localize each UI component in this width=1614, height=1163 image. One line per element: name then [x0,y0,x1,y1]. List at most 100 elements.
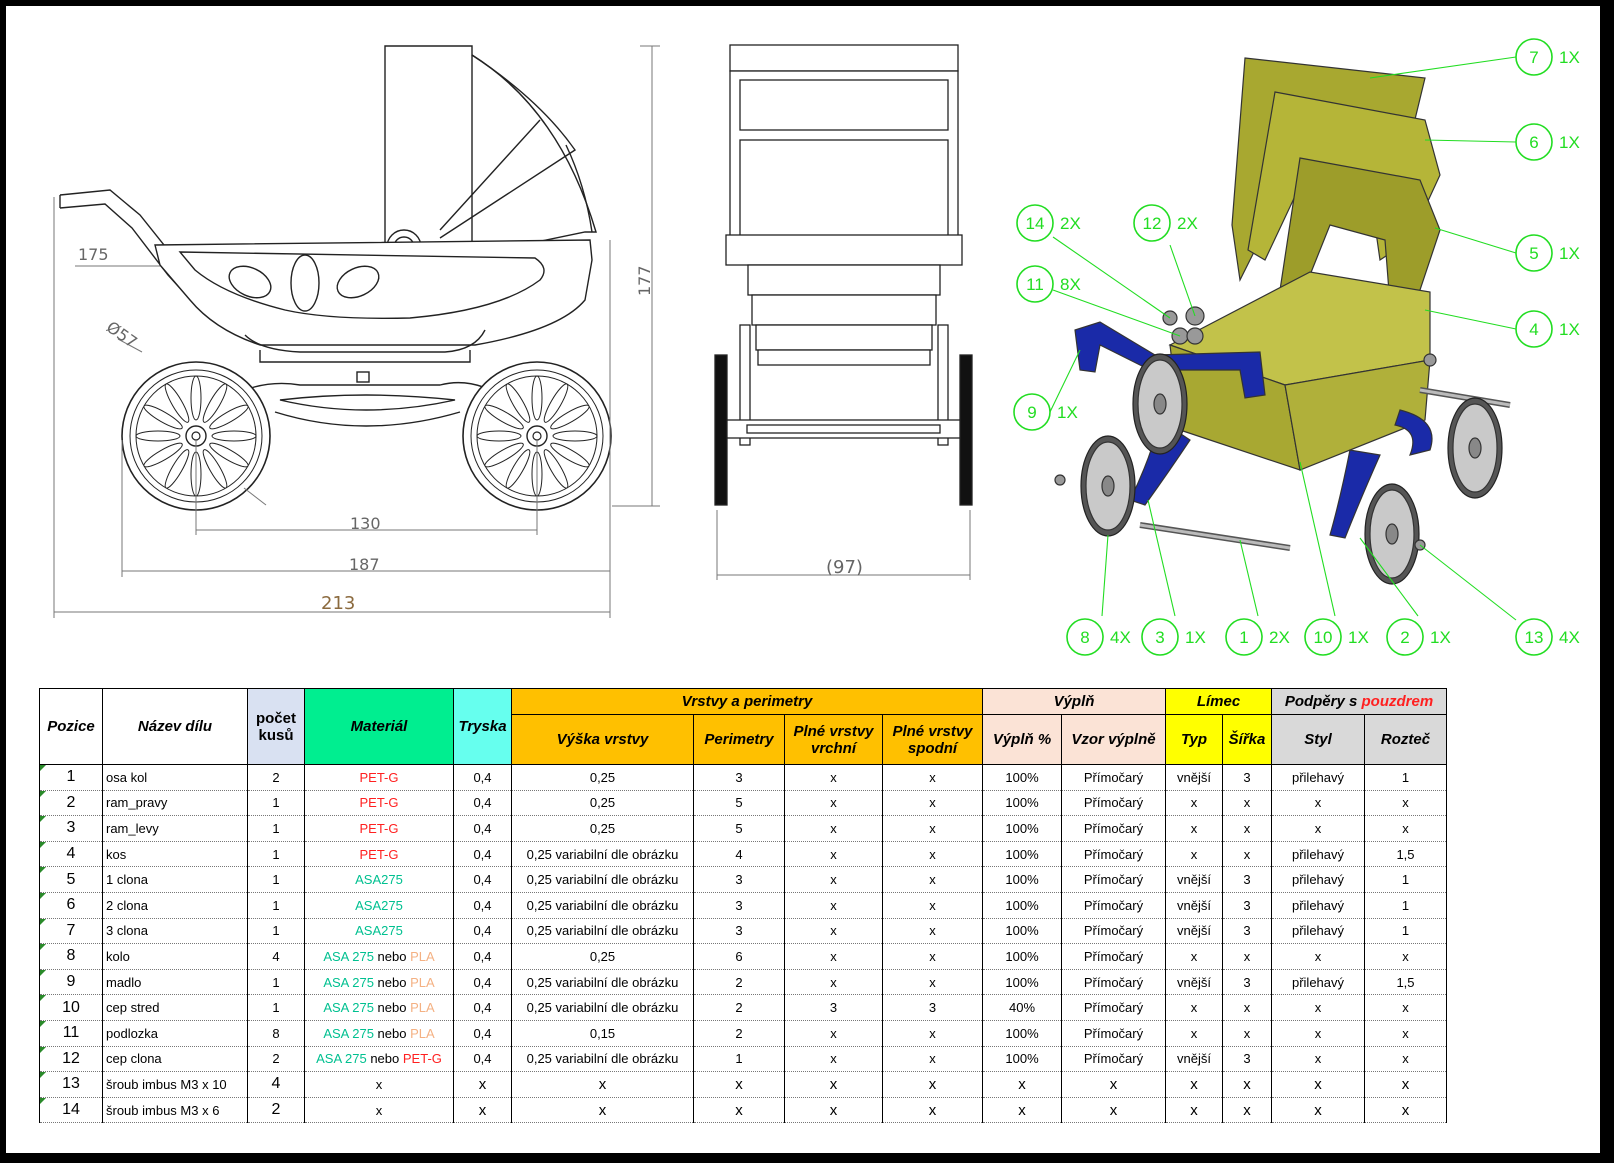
cell-vypln: 100% [982,1045,1062,1073]
dim-213: 213 [321,593,355,614]
cell-roztec: 1 [1364,917,1447,945]
cell-vrchni: x [784,968,883,996]
cell-pozice: 5 [39,866,103,893]
cell-pozice: 7 [39,917,103,945]
cell-spodni: x [882,840,983,868]
cell-nazev: osa kol [102,764,248,791]
cell-tryska: 0,4 [453,891,512,919]
callout-number: 4 [1529,320,1538,339]
cell-styl: přilehavý [1271,866,1365,893]
col-vyska: Výška vrstvy [511,714,694,765]
cell-perim: x [693,1071,785,1098]
cell-typ: x [1165,815,1223,842]
cell-vyska: 0,25 variabilní dle obrázku [511,1045,694,1073]
cell-perim: 6 [693,943,785,970]
callout-quantity: 2X [1269,628,1290,647]
cell-spodni: x [882,968,983,996]
cell-vzor: Přímočarý [1061,943,1166,970]
exploded-view [1054,57,1511,585]
cell-vzor: Přímočarý [1061,891,1166,919]
cell-pocet: 1 [247,789,305,817]
callout-quantity: 1X [1430,628,1451,647]
material-part: PET-G [359,795,399,811]
cell-spodni: x [882,789,983,817]
cell-spodni: x [882,891,983,919]
cell-tryska: 0,4 [453,764,512,791]
material-part: ASA 275 [323,948,374,964]
cell-pocet: 2 [247,1096,305,1124]
table-row: 51 clona 1 ASA275 0,4 0,25 variabilní dle ob… [39,866,1447,893]
cell-nazev: 2 clona [102,891,248,919]
table-row: 4 kos 1 PET-G 0,4 0,25 variabilní dle obrázku… [39,840,1447,868]
cell-vzor: Přímočarý [1061,840,1166,868]
cell-material: ASA 275 nebo PET-G [304,1045,454,1073]
cell-vyska: 0,25 variabilní dle obrázku [511,968,694,996]
cell-nazev: ram_pravy [102,789,248,817]
cell-spodni: x [882,866,983,893]
cell-vypln: 100% [982,891,1062,919]
cell-nazev: madlo [102,968,248,996]
cell-roztec: x [1364,1071,1447,1098]
spoke [211,430,257,442]
cell-material: ASA275 [304,866,454,893]
cell-perim: 2 [693,1019,785,1047]
cell-vyska: 0,25 [511,789,694,817]
cell-tryska: 0,4 [453,968,512,996]
cell-typ: vnější [1165,1045,1223,1073]
cell-sirka: x [1222,789,1272,817]
material-part: ASA 275 [323,1025,374,1041]
callout-number: 12 [1143,214,1162,233]
cell-vzor: Přímočarý [1061,815,1166,842]
material-part: nebo [373,1025,411,1041]
cell-pozice: 8 [39,943,103,970]
cell-tryska: x [453,1071,512,1098]
spoke [531,375,543,421]
cell-tryska: 0,4 [453,1019,512,1047]
cell-vypln: 100% [982,866,1062,893]
col-typ: Typ [1165,714,1223,765]
cell-typ: vnější [1165,917,1223,945]
material-part: ASA275 [355,872,403,888]
callout-quantity: 2X [1060,214,1081,233]
material-part: ASA275 [355,897,403,913]
cell-vyska: 0,25 variabilní dle obrázku [511,891,694,919]
cell-tryska: 0,4 [453,943,512,970]
cell-vzor: Přímočarý [1061,789,1166,817]
col-material: Materiál [304,688,454,765]
cell-pocet: 8 [247,1019,305,1047]
cell-nazev: 1 clona [102,866,248,893]
col-pocet: počet kusů [247,688,305,765]
cell-vrchni: x [784,891,883,919]
cell-sirka: x [1222,994,1272,1021]
dim-diameter-57: Ø57 [103,317,141,351]
cell-sirka: 3 [1222,891,1272,919]
material-part: PET-G [402,1051,442,1067]
cell-vyska: 0,25 variabilní dle obrázku [511,840,694,868]
dim-97: (97) [826,557,863,578]
cell-spodni: x [882,1045,983,1073]
cell-styl: x [1271,943,1365,970]
cell-vypln: x [982,1071,1062,1098]
callout-number: 11 [1026,275,1044,294]
cell-sirka: 3 [1222,1045,1272,1073]
cell-vrchni: x [784,1096,883,1124]
material-part: nebo [373,1000,411,1016]
table-row: 9 madlo 1 ASA 275 nebo PLA 0,4 0,25 variabiln… [39,968,1447,996]
col-styl: Styl [1271,714,1365,765]
cell-vypln: 100% [982,840,1062,868]
cell-pocet: 4 [247,943,305,970]
table-body: 1 osa kol 2 PET-G 0,4 0,25 3 x x 100% Přímočarý vně… [39,764,1447,1124]
cell-pocet: 1 [247,891,305,919]
dim-177: 177 [635,265,654,296]
dim-175: 175 [78,245,109,264]
cell-styl: x [1271,1096,1365,1124]
col-plne-vrchni-l2: vrchní [810,739,856,757]
callout-number: 2 [1400,628,1409,647]
cell-pozice: 2 [39,789,103,817]
cell-vypln: 100% [982,764,1062,791]
cell-material: x [304,1096,454,1124]
col-roztec: Rozteč [1364,714,1447,765]
front-view [714,44,973,506]
callout-number: 8 [1080,628,1089,647]
material-part: PLA [410,974,435,990]
